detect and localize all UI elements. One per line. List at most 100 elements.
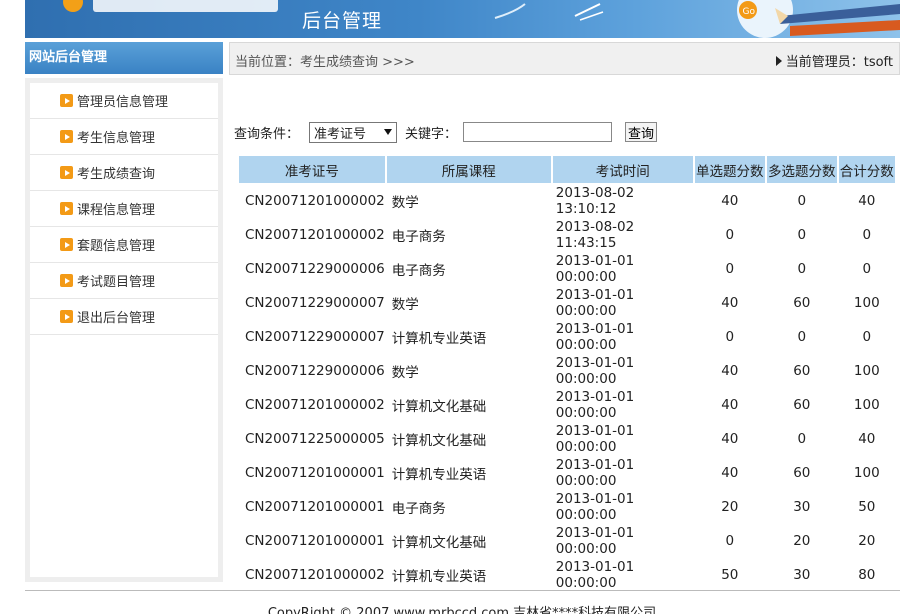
table-row: CN20071201000001 电子商务 2013-01-01 00:00:00 2… bbox=[239, 491, 895, 523]
keyword-input[interactable] bbox=[463, 122, 613, 142]
location-bar: 当前位置：考生成绩查询 >>> 当前管理员：tsoft bbox=[229, 42, 900, 75]
cell-exam-id: CN20071201000002 bbox=[245, 193, 385, 209]
cell-exam-id: CN20071225000005 bbox=[245, 431, 385, 447]
sidebar-item[interactable]: 课程信息管理 bbox=[30, 191, 218, 227]
table-header-row: 准考证号 所属课程 考试时间 单选题分数 多选题分数 合计分数 bbox=[239, 156, 895, 183]
cell-total-score: 100 bbox=[853, 397, 880, 413]
sidebar-item-label: 管理员信息管理 bbox=[77, 95, 169, 110]
table-row: CN20071201000001 计算机文化基础 2013-01-01 00:00:… bbox=[239, 525, 895, 557]
banner-subtitle: 后台管理 bbox=[302, 10, 383, 32]
cell-exam-time: 2013-01-01 00:00:00 bbox=[555, 287, 635, 319]
col-header-total-score: 合计分数 bbox=[838, 156, 895, 183]
keyword-label: 关键字： bbox=[405, 126, 458, 142]
cell-course: 数学 bbox=[391, 365, 419, 381]
current-admin-label: 当前管理员：tsoft bbox=[785, 55, 893, 70]
cell-multi-score: 60 bbox=[793, 363, 811, 379]
cell-exam-time: 2013-01-01 00:00:00 bbox=[555, 525, 635, 557]
cell-exam-id: CN20071229000007 bbox=[245, 329, 385, 345]
cell-single-score: 40 bbox=[721, 465, 739, 481]
cell-multi-score: 0 bbox=[797, 227, 807, 243]
sidebar-item-label: 套题信息管理 bbox=[77, 239, 156, 254]
table-row: CN20071229000007 数学 2013-01-01 00:00:00 40 6… bbox=[239, 287, 895, 319]
cell-total-score: 50 bbox=[858, 499, 876, 515]
triangle-right-icon bbox=[775, 55, 782, 66]
sidebar: 管理员信息管理 考生信息管理 考生成绩查询课程信息管理套题信息管理 考试题目管理 退出后… bbox=[25, 78, 223, 582]
sidebar-menu: 管理员信息管理 考生信息管理 考生成绩查询课程信息管理套题信息管理 考试题目管理 退出后… bbox=[30, 83, 218, 577]
table-row: CN20071201000001 计算机专业英语 2013-01-01 00:00:… bbox=[239, 457, 895, 489]
cell-total-score: 40 bbox=[858, 193, 876, 209]
pencils-decoration: Go bbox=[737, 0, 900, 38]
sidebar-item-label: 考生成绩查询 bbox=[77, 167, 156, 182]
sidebar-item[interactable]: 考生信息管理 bbox=[30, 119, 218, 155]
table-row: CN20071229000007 计算机专业英语 2013-01-01 00:00:… bbox=[239, 321, 895, 353]
current-admin: 当前管理员：tsoft bbox=[775, 51, 893, 70]
score-table: 准考证号 所属课程 考试时间 单选题分数 多选题分数 合计分数 CN200712… bbox=[237, 154, 897, 593]
cell-multi-score: 60 bbox=[793, 397, 811, 413]
cell-exam-id: CN20071229000006 bbox=[245, 363, 385, 379]
cell-exam-id: CN20071201000001 bbox=[245, 465, 385, 481]
cell-exam-time: 2013-01-01 00:00:00 bbox=[555, 423, 635, 455]
cell-course: 计算机文化基础 bbox=[391, 433, 487, 449]
table-row: CN20071201000002 计算机专业英语 2013-01-01 00:00:… bbox=[239, 559, 895, 591]
cell-total-score: 0 bbox=[862, 227, 872, 243]
cell-multi-score: 0 bbox=[797, 261, 807, 277]
sidebar-item-label: 考试题目管理 bbox=[77, 275, 156, 290]
cell-single-score: 40 bbox=[721, 363, 739, 379]
cell-multi-score: 0 bbox=[797, 431, 807, 447]
sidebar-item[interactable]: 管理员信息管理 bbox=[30, 83, 218, 119]
search-bar: 查询条件： 准考证号 关键字： 查询 bbox=[234, 119, 658, 145]
cell-single-score: 0 bbox=[725, 329, 735, 345]
cell-exam-id: CN20071201000002 bbox=[245, 567, 385, 583]
cell-course: 计算机专业英语 bbox=[391, 467, 487, 483]
cell-exam-id: CN20071201000002 bbox=[245, 227, 385, 243]
sidebar-item[interactable]: 考生成绩查询 bbox=[30, 155, 218, 191]
cell-single-score: 40 bbox=[721, 397, 739, 413]
sidebar-item[interactable]: 退出后台管理 bbox=[30, 299, 218, 335]
footer-copyright: CopyRight © 2007 www.mrbccd.com 吉林省****科… bbox=[267, 606, 657, 614]
cell-total-score: 0 bbox=[862, 329, 872, 345]
cell-exam-time: 2013-08-02 13:10:12 bbox=[555, 185, 635, 217]
cell-exam-time: 2013-01-01 00:00:00 bbox=[555, 457, 635, 489]
cell-course: 计算机专业英语 bbox=[391, 569, 487, 585]
sidebar-item-label: 退出后台管理 bbox=[77, 311, 156, 326]
sidebar-item[interactable]: 考试题目管理 bbox=[30, 263, 218, 299]
condition-select[interactable]: 准考证号 bbox=[309, 121, 398, 143]
condition-label: 查询条件： bbox=[234, 126, 300, 142]
table-row: CN20071229000006 数学 2013-01-01 00:00:00 40 6… bbox=[239, 355, 895, 387]
cell-multi-score: 60 bbox=[793, 465, 811, 481]
site-logo bbox=[63, 0, 283, 14]
table-body: CN20071201000002 数学 2013-08-02 13:10:12 40 0… bbox=[239, 185, 895, 591]
search-button[interactable]: 查询 bbox=[625, 122, 658, 142]
sidebar-item-label: 考生信息管理 bbox=[77, 131, 156, 146]
arrow-icon bbox=[60, 94, 73, 107]
table-row: CN20071201000002 电子商务 2013-08-02 11:43:15 0… bbox=[239, 219, 895, 251]
breadcrumb: 当前位置：考生成绩查询 >>> bbox=[235, 55, 415, 70]
cell-exam-id: CN20071201000002 bbox=[245, 397, 385, 413]
cell-multi-score: 0 bbox=[797, 329, 807, 345]
cell-exam-time: 2013-01-01 00:00:00 bbox=[555, 253, 635, 285]
cell-single-score: 40 bbox=[721, 431, 739, 447]
sidebar-title: 网站后台管理 bbox=[25, 42, 223, 74]
cell-course: 计算机专业英语 bbox=[391, 331, 487, 347]
col-header-exam-id: 准考证号 bbox=[239, 156, 385, 183]
col-header-single-score: 单选题分数 bbox=[694, 156, 765, 183]
cell-exam-time: 2013-01-01 00:00:00 bbox=[555, 321, 635, 353]
go-badge-text: Go bbox=[743, 7, 756, 17]
cell-course: 计算机文化基础 bbox=[391, 399, 487, 415]
table-row: CN20071201000002 计算机文化基础 2013-01-01 00:00:… bbox=[239, 389, 895, 421]
arrow-icon bbox=[60, 166, 73, 179]
cell-course: 电子商务 bbox=[391, 263, 446, 279]
cell-exam-time: 2013-01-01 00:00:00 bbox=[555, 355, 635, 387]
cell-total-score: 20 bbox=[858, 533, 876, 549]
col-header-course: 所属课程 bbox=[386, 156, 551, 183]
table-row: CN20071229000006 电子商务 2013-01-01 00:00:00 0… bbox=[239, 253, 895, 285]
footer-divider bbox=[25, 590, 900, 591]
cell-multi-score: 30 bbox=[793, 567, 811, 583]
dropdown-arrow-icon bbox=[384, 129, 393, 135]
cell-exam-time: 2013-01-01 00:00:00 bbox=[555, 491, 635, 523]
cell-multi-score: 30 bbox=[793, 499, 811, 515]
sidebar-item[interactable]: 套题信息管理 bbox=[30, 227, 218, 263]
cell-course: 电子商务 bbox=[391, 229, 446, 245]
cell-single-score: 0 bbox=[725, 261, 735, 277]
cell-multi-score: 20 bbox=[793, 533, 811, 549]
